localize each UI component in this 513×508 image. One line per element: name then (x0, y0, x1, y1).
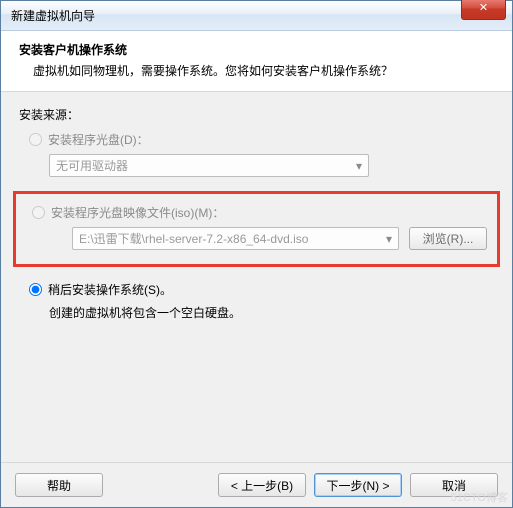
iso-highlight: 安装程序光盘映像文件(iso)(M)： E:\迅雷下载\rhel-server-… (13, 191, 500, 267)
option-disc-radio[interactable] (29, 133, 42, 146)
option-disc-group: 安装程序光盘(D)： 无可用驱动器 ▾ (29, 131, 494, 177)
iso-path-value: E:\迅雷下载\rhel-server-7.2-x86_64-dvd.iso (79, 230, 308, 247)
option-later-group: 稍后安装操作系统(S)。 创建的虚拟机将包含一个空白硬盘。 (29, 281, 494, 321)
close-button[interactable]: ✕ (461, 0, 506, 20)
header-title: 安装客户机操作系统 (19, 41, 494, 58)
window-title: 新建虚拟机向导 (11, 7, 95, 24)
option-iso-label: 安装程序光盘映像文件(iso)(M)： (51, 204, 224, 221)
cancel-button[interactable]: 取消 (410, 473, 498, 497)
option-disc[interactable]: 安装程序光盘(D)： (29, 131, 494, 148)
install-source-label: 安装来源： (19, 106, 494, 123)
option-later[interactable]: 稍后安装操作系统(S)。 (29, 281, 494, 298)
back-button[interactable]: < 上一步(B) (218, 473, 306, 497)
body-pane: 安装来源： 安装程序光盘(D)： 无可用驱动器 ▾ 安装程序光盘映像文件(iso… (1, 92, 512, 462)
browse-button[interactable]: 浏览(R)... (409, 227, 487, 250)
footer: 帮助 < 上一步(B) 下一步(N) > 取消 (1, 462, 512, 507)
disc-drive-value: 无可用驱动器 (56, 157, 128, 174)
option-later-desc: 创建的虚拟机将包含一个空白硬盘。 (49, 304, 494, 321)
option-iso-group: 安装程序光盘映像文件(iso)(M)： E:\迅雷下载\rhel-server-… (32, 204, 487, 250)
titlebar: 新建虚拟机向导 ✕ (1, 1, 512, 31)
header-pane: 安装客户机操作系统 虚拟机如同物理机，需要操作系统。您将如何安装客户机操作系统？ (1, 31, 512, 92)
header-desc: 虚拟机如同物理机，需要操作系统。您将如何安装客户机操作系统？ (33, 62, 494, 79)
wizard-window: 新建虚拟机向导 ✕ 安装客户机操作系统 虚拟机如同物理机，需要操作系统。您将如何… (0, 0, 513, 508)
option-disc-label: 安装程序光盘(D)： (48, 131, 149, 148)
close-icon: ✕ (479, 2, 488, 14)
option-later-label: 稍后安装操作系统(S)。 (48, 281, 172, 298)
option-later-radio[interactable] (29, 283, 42, 296)
option-iso-radio[interactable] (32, 206, 45, 219)
help-button[interactable]: 帮助 (15, 473, 103, 497)
chevron-down-icon: ▾ (380, 228, 398, 249)
option-iso[interactable]: 安装程序光盘映像文件(iso)(M)： (32, 204, 487, 221)
iso-path-combo[interactable]: E:\迅雷下载\rhel-server-7.2-x86_64-dvd.iso ▾ (72, 227, 399, 250)
next-button[interactable]: 下一步(N) > (314, 473, 402, 497)
disc-drive-combo[interactable]: 无可用驱动器 ▾ (49, 154, 369, 177)
chevron-down-icon: ▾ (350, 155, 368, 176)
